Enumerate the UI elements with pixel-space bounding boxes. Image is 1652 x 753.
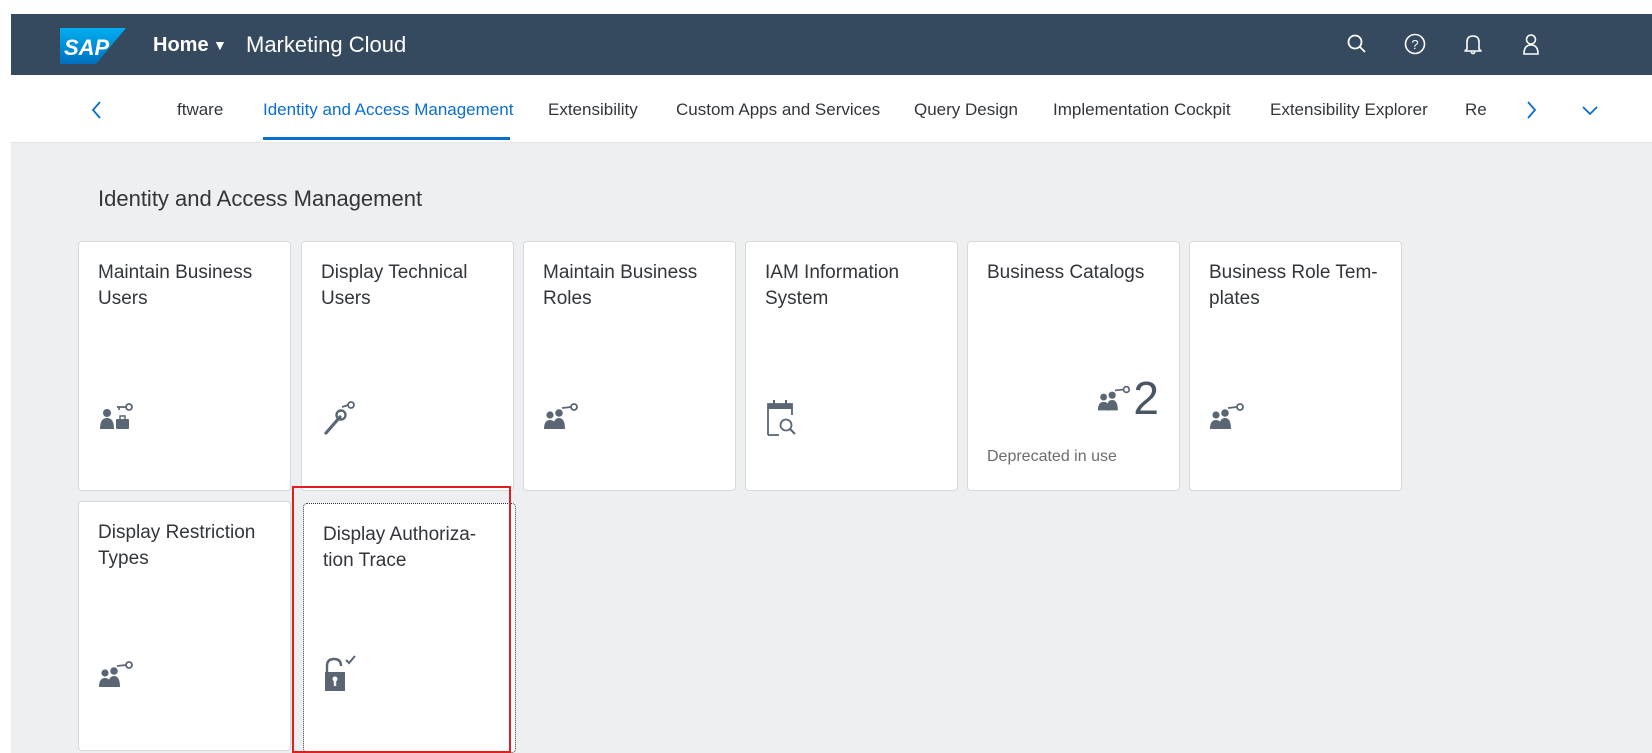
tile-title: Business Catalogs xyxy=(987,262,1145,283)
launchpad-shell: SAP Home ▼ Marketing Cloud ? ftware Iden… xyxy=(11,14,1652,753)
group-key-icon xyxy=(542,397,582,437)
section-title: Identity and Access Management xyxy=(98,186,423,211)
tile-display-restriction-types[interactable]: Display Restriction Types xyxy=(78,501,291,751)
bell-icon[interactable] xyxy=(1460,31,1486,57)
active-tab-indicator xyxy=(263,137,510,140)
chevron-left-icon[interactable] xyxy=(85,96,109,124)
logo-text: SAP xyxy=(64,35,110,60)
chevron-down-icon[interactable] xyxy=(1578,96,1602,124)
tile-title: IAM Information System xyxy=(765,262,900,309)
tab-identity-and-access-management[interactable]: Identity and Access Management xyxy=(263,99,513,121)
tile-display-technical-users[interactable]: Display Technical Users xyxy=(301,241,514,491)
caret-down-icon[interactable]: ▼ xyxy=(213,32,227,58)
focus-highlight xyxy=(292,486,511,753)
shell-bar: SAP Home ▼ Marketing Cloud ? xyxy=(11,14,1652,75)
home-menu-label[interactable]: Home xyxy=(153,32,209,58)
tile-business-catalogs[interactable]: Business Catalogs 2 Deprecated in use xyxy=(967,241,1180,491)
search-icon[interactable] xyxy=(1344,31,1370,57)
tile-title: Maintain Business Users xyxy=(98,262,253,309)
help-icon[interactable]: ? xyxy=(1402,31,1428,57)
tile-kpi-number: 2 xyxy=(1133,372,1159,424)
tab-extensibility-explorer[interactable]: Extensibility Explorer xyxy=(1270,99,1428,121)
tab-custom-apps-and-services[interactable]: Custom Apps and Services xyxy=(676,99,880,121)
tile-maintain-business-users[interactable]: Maintain Business Users xyxy=(78,241,291,491)
tile-title: Display Restriction Types xyxy=(98,522,256,569)
chevron-right-icon[interactable] xyxy=(1519,96,1543,124)
group-key-icon xyxy=(97,655,137,695)
tab-re[interactable]: Re xyxy=(1465,99,1487,121)
tile-business-role-templates[interactable]: Business Role Tem-plates xyxy=(1189,241,1402,491)
tile-iam-information-system[interactable]: IAM Information System xyxy=(745,241,958,491)
user-icon[interactable] xyxy=(1518,31,1544,57)
sap-logo[interactable]: SAP xyxy=(60,28,126,64)
tab-software[interactable]: ftware xyxy=(177,99,223,121)
svg-text:?: ? xyxy=(1411,37,1418,52)
wrench-key-icon xyxy=(320,397,360,437)
group-key-icon xyxy=(1208,397,1248,437)
tab-query-design[interactable]: Query Design xyxy=(914,99,1018,121)
tab-extensibility[interactable]: Extensibility xyxy=(548,99,638,121)
tile-maintain-business-roles[interactable]: Maintain Business Roles xyxy=(523,241,736,491)
tile-title: Maintain Business Roles xyxy=(543,262,698,309)
tile-title: Business Role Tem-plates xyxy=(1209,262,1378,309)
tile-footer: Deprecated in use xyxy=(987,448,1117,465)
tab-implementation-cockpit[interactable]: Implementation Cockpit xyxy=(1053,99,1231,121)
business-user-key-icon xyxy=(97,397,137,437)
tab-bar: ftware Identity and Access Management Ex… xyxy=(11,75,1652,143)
tile-title: Display Technical Users xyxy=(321,262,468,309)
group-key-icon xyxy=(1096,380,1134,418)
calendar-search-icon xyxy=(764,397,804,437)
app-title: Marketing Cloud xyxy=(246,32,407,57)
